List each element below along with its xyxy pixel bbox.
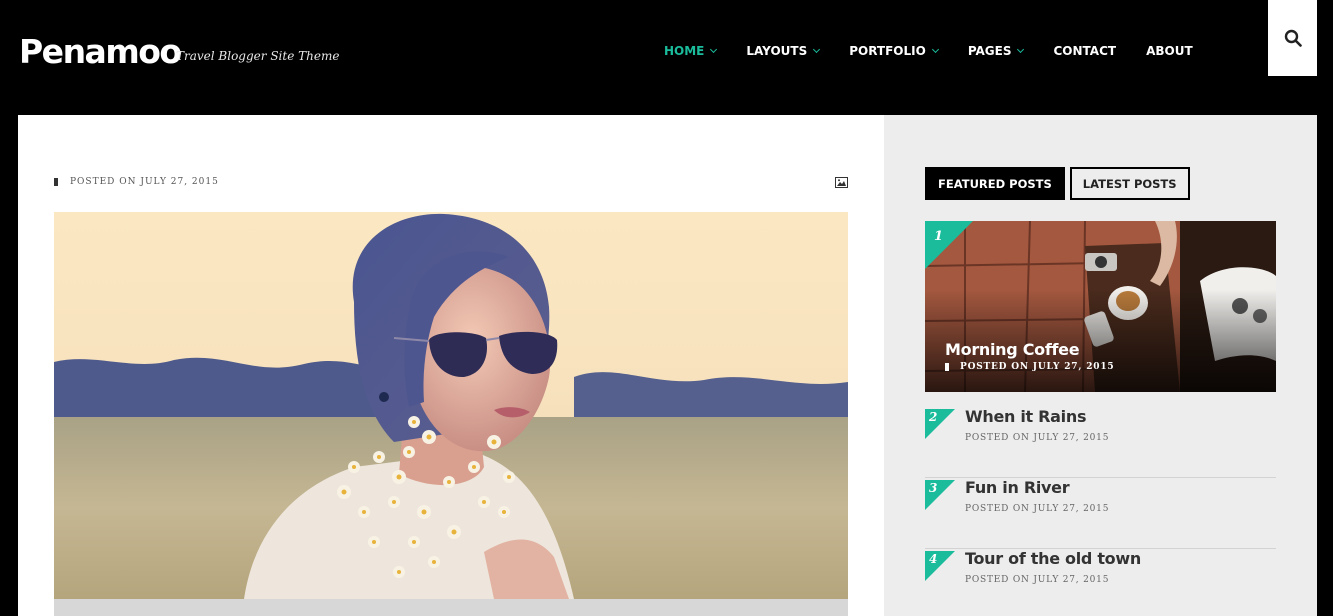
nav-item-portfolio[interactable]: PORTFOLIO (849, 43, 939, 59)
post-date: POSTED ON JULY 27, 2015 (965, 504, 1110, 514)
rank-number: 1 (934, 229, 944, 244)
nav-item-label: PAGES (967, 44, 1012, 58)
meta-marker (54, 178, 58, 186)
post-title[interactable]: Fun in River (965, 478, 1070, 497)
nav-item-label: LAYOUTS (746, 44, 808, 58)
article-column: POSTED ON JULY 27, 2015 (18, 115, 884, 616)
featured-post-title[interactable]: Morning Coffee (945, 340, 1080, 359)
nav-item-pages[interactable]: PAGES (967, 43, 1025, 59)
chevron-down-icon (813, 45, 821, 53)
rank-number: 2 (929, 410, 938, 424)
nav-item-layouts[interactable]: LAYOUTS (746, 43, 821, 59)
post-title[interactable]: Tour of the old town (965, 549, 1141, 568)
chevron-down-icon (931, 45, 939, 53)
nav-item-label: PORTFOLIO (849, 44, 926, 58)
post-title[interactable]: When it Rains (965, 407, 1086, 426)
chevron-down-icon (1017, 45, 1025, 53)
list-item[interactable]: 2 When it Rains POSTED ON JULY 27, 2015 (925, 407, 1276, 478)
post-meta: POSTED ON JULY 27, 2015 (54, 177, 219, 187)
main-nav: HOME LAYOUTS PORTFOLIO PAGES CONTACT ABO… (664, 43, 1223, 59)
post-date: POSTED ON JULY 27, 2015 (965, 575, 1110, 585)
nav-item-home[interactable]: HOME (664, 43, 718, 59)
sidebar-tabs: FEATURED POSTS LATEST POSTS (925, 167, 1190, 200)
featured-post-date: POSTED ON JULY 27, 2015 (960, 362, 1115, 372)
sidebar: FEATURED POSTS LATEST POSTS 1 Morning Co… (884, 115, 1317, 616)
search-icon (1284, 29, 1302, 47)
nav-item-label: CONTACT (1053, 44, 1117, 58)
nav-item-label: ABOUT (1146, 44, 1193, 58)
search-button[interactable] (1268, 0, 1317, 76)
rank-badge (925, 221, 973, 269)
list-item[interactable]: 4 Tour of the old town POSTED ON JULY 27… (925, 549, 1276, 616)
rank-number: 4 (929, 552, 938, 566)
post-date: POSTED ON JULY 27, 2015 (70, 177, 219, 187)
post-date: POSTED ON JULY 27, 2015 (965, 433, 1110, 443)
chevron-down-icon (710, 45, 718, 53)
tab-featured-posts[interactable]: FEATURED POSTS (925, 167, 1065, 200)
rank-number: 3 (929, 481, 938, 495)
list-item[interactable]: 3 Fun in River POSTED ON JULY 27, 2015 (925, 478, 1276, 549)
site-logo[interactable]: Penamoo (19, 32, 182, 71)
hero-caption-bar (54, 599, 848, 616)
tab-latest-posts[interactable]: LATEST POSTS (1069, 167, 1190, 200)
hero-image[interactable] (54, 212, 848, 599)
nav-item-label: HOME (664, 44, 705, 58)
site-tagline: Travel Blogger Site Theme (176, 49, 340, 63)
image-icon (835, 177, 848, 188)
featured-post-meta: POSTED ON JULY 27, 2015 (945, 362, 1114, 372)
nav-item-about[interactable]: ABOUT (1146, 43, 1193, 59)
site-header: Penamoo Travel Blogger Site Theme HOME L… (0, 0, 1333, 114)
featured-post-card[interactable]: 1 Morning Coffee POSTED ON JULY 27, 2015 (925, 221, 1276, 392)
nav-item-contact[interactable]: CONTACT (1053, 43, 1116, 59)
meta-marker (945, 363, 949, 371)
